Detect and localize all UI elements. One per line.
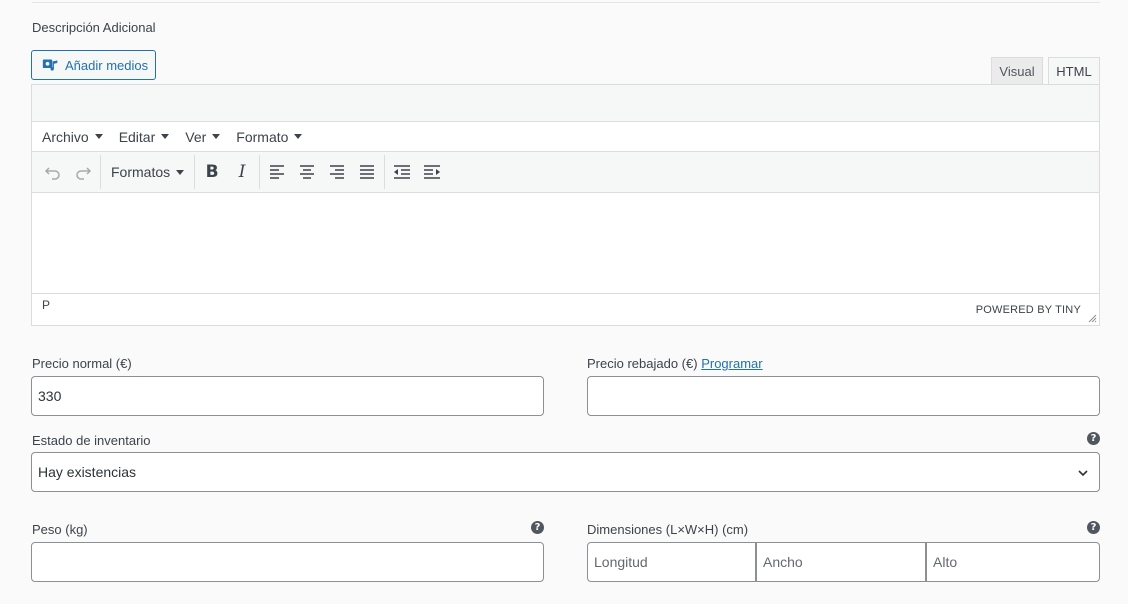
menu-ver[interactable]: Ver xyxy=(185,128,221,145)
sale-price-label: Precio rebajado (€) xyxy=(587,356,698,371)
caret-down-icon xyxy=(176,169,185,175)
help-icon[interactable]: ? xyxy=(1087,521,1100,534)
section-label: Descripción Adicional xyxy=(32,20,156,35)
tab-visual[interactable]: Visual xyxy=(991,57,1043,85)
bold-button[interactable]: B xyxy=(197,157,227,187)
toolbar-separator xyxy=(100,155,101,189)
menu-formato[interactable]: Formato xyxy=(236,128,303,145)
add-media-label: Añadir medios xyxy=(65,57,149,73)
length-input[interactable]: Longitud xyxy=(587,542,756,582)
weight-input[interactable] xyxy=(31,542,544,582)
menu-editar-label: Editar xyxy=(118,128,156,145)
indent-button[interactable] xyxy=(417,157,447,187)
regular-price-input[interactable]: 330 xyxy=(31,376,544,416)
tab-html[interactable]: HTML xyxy=(1048,57,1100,85)
formats-dropdown[interactable]: Formatos xyxy=(103,157,192,187)
menu-archivo-label: Archivo xyxy=(42,128,89,145)
powered-by-tiny[interactable]: POWERED BY TINY xyxy=(976,304,1081,316)
schedule-link[interactable]: Programar xyxy=(701,356,762,371)
redo-button[interactable] xyxy=(68,157,98,187)
editor-menubar: Archivo Editar Ver Formato xyxy=(32,122,1099,152)
caret-down-icon xyxy=(212,134,221,139)
align-right-icon xyxy=(330,165,345,179)
caret-down-icon xyxy=(94,134,103,139)
chevron-down-icon xyxy=(1078,470,1088,477)
media-icon xyxy=(42,59,58,71)
editor-statusbar: P POWERED BY TINY xyxy=(32,293,1099,325)
stock-status-value: Hay existencias xyxy=(38,464,137,480)
menu-archivo[interactable]: Archivo xyxy=(42,129,103,145)
top-divider xyxy=(32,2,1100,3)
outdent-button[interactable] xyxy=(387,157,417,187)
stock-status-select[interactable]: Hay existencias xyxy=(31,452,1100,492)
toolbar-separator xyxy=(384,155,386,189)
redo-icon xyxy=(76,167,92,180)
width-input[interactable]: Ancho xyxy=(756,542,926,582)
align-justify-icon xyxy=(360,165,375,179)
formats-label: Formatos xyxy=(111,164,171,180)
align-left-icon xyxy=(270,165,285,179)
menu-editar[interactable]: Editar xyxy=(119,129,170,145)
undo-button[interactable] xyxy=(38,157,68,187)
resize-handle-icon[interactable] xyxy=(1088,314,1097,323)
element-path[interactable]: P xyxy=(42,298,50,312)
rich-text-editor: Archivo Editar Ver Formato Formatos B I xyxy=(31,84,1100,326)
outdent-icon xyxy=(394,165,411,179)
align-right-button[interactable] xyxy=(322,157,352,187)
align-center-button[interactable] xyxy=(292,157,322,187)
align-justify-button[interactable] xyxy=(352,157,382,187)
dimensions-label: Dimensiones (L×W×H) (cm) xyxy=(587,522,749,537)
menu-formato-label: Formato xyxy=(236,128,289,145)
toolbar-separator xyxy=(194,155,196,189)
menu-ver-label: Ver xyxy=(185,128,207,145)
align-left-button[interactable] xyxy=(262,157,292,187)
editor-content-area[interactable] xyxy=(32,193,1099,293)
help-icon[interactable]: ? xyxy=(531,521,544,534)
toolbar-separator xyxy=(259,155,261,189)
editor-toolbar: Formatos B I xyxy=(32,152,1099,193)
align-center-icon xyxy=(300,165,315,179)
caret-down-icon xyxy=(294,134,303,139)
regular-price-label: Precio normal (€) xyxy=(32,356,132,371)
stock-status-label: Estado de inventario xyxy=(32,433,151,448)
caret-down-icon xyxy=(161,134,170,139)
undo-icon xyxy=(44,167,60,180)
italic-button[interactable]: I xyxy=(227,157,257,187)
height-input[interactable]: Alto xyxy=(926,542,1100,582)
add-media-button[interactable]: Añadir medios xyxy=(31,50,156,80)
weight-label: Peso (kg) xyxy=(32,522,88,537)
help-icon[interactable]: ? xyxy=(1087,432,1100,445)
editor-header-strip xyxy=(32,85,1099,122)
sale-price-input[interactable] xyxy=(587,376,1100,416)
indent-icon xyxy=(424,165,441,179)
sale-price-label-group: Precio rebajado (€) Programar xyxy=(587,356,763,371)
